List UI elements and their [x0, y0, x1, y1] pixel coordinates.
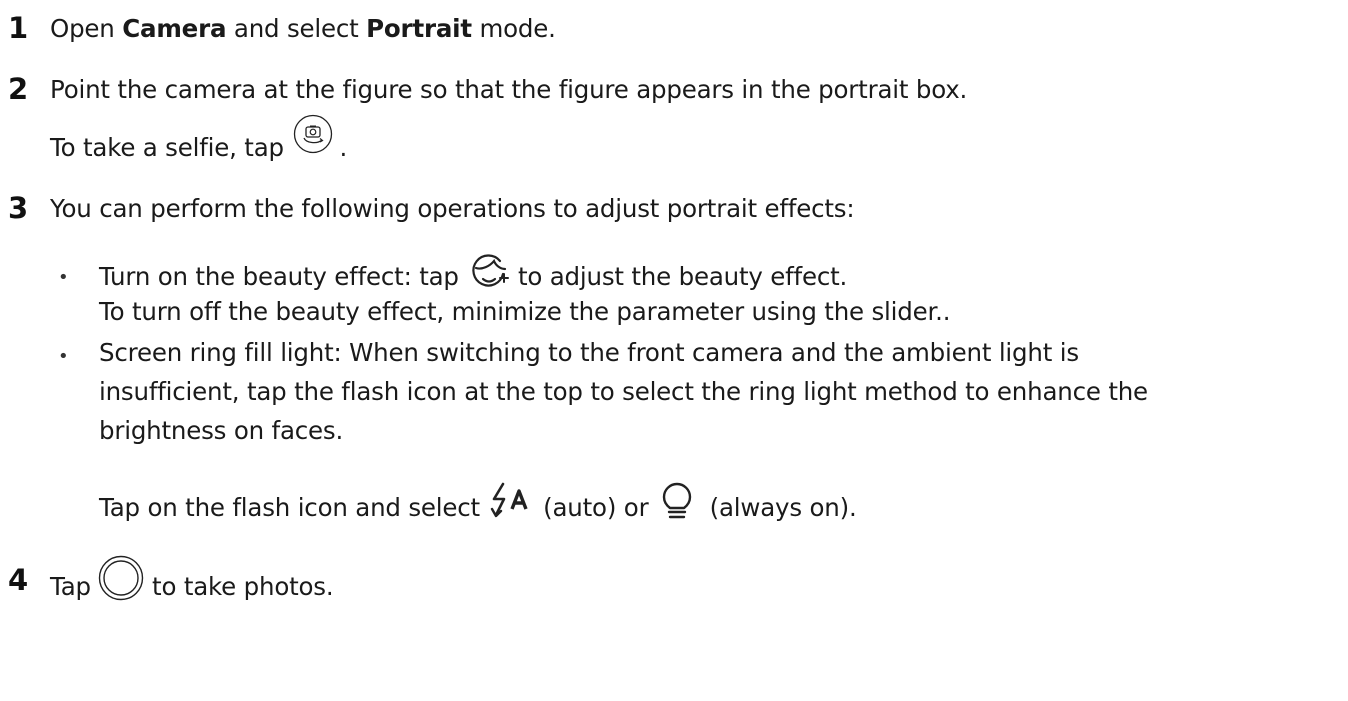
step-2-number: 2 — [8, 72, 29, 106]
instruction-document: 1 Open Camera and select Portrait mode. … — [0, 0, 1348, 701]
step-1-mid: and select — [226, 14, 367, 43]
step-4-number: 4 — [8, 563, 29, 597]
step-4-post: to take photos. — [144, 572, 334, 601]
bullet-beauty-pre: Turn on the beauty effect: tap — [99, 262, 467, 291]
step-2-subtext: To take a selfie, tap . — [50, 114, 348, 169]
flash-post: (always on). — [702, 493, 857, 522]
step-2-sub-post: . — [339, 133, 348, 162]
bullet-dot: • — [58, 267, 69, 288]
camera-app-name: Camera — [122, 14, 227, 43]
bullet-beauty-line2: To turn off the beauty effect, minimize … — [99, 297, 951, 326]
step-3-text: You can perform the following operations… — [50, 194, 855, 223]
step-3-number: 3 — [8, 191, 29, 225]
beauty-face-icon — [470, 252, 510, 292]
step-1-pre: Open — [50, 14, 123, 43]
portrait-mode-name: Portrait — [366, 14, 472, 43]
bullet-ring-light-line2: insufficient, tap the flash icon at the … — [99, 377, 1148, 406]
step-4-text: Tap to take photos. — [50, 555, 334, 611]
step-1-text: Open Camera and select Portrait mode. — [50, 13, 556, 45]
flash-mid: (auto) or — [535, 493, 657, 522]
shutter-icon — [98, 555, 144, 601]
bullet-dot: • — [58, 346, 69, 367]
step-2-text: Point the camera at the figure so that t… — [50, 75, 968, 104]
switch-camera-icon — [293, 114, 333, 154]
step-1-number: 1 — [8, 11, 29, 45]
bullet-ring-light-line1: Screen ring fill light: When switching t… — [99, 338, 1079, 367]
bulb-icon — [660, 481, 694, 521]
step-1-post: mode. — [471, 14, 556, 43]
bullet-beauty-post: to adjust the beauty effect. — [510, 262, 848, 291]
step-2-sub-pre: To take a selfie, tap — [50, 133, 292, 162]
flash-pre: Tap on the flash icon and select — [99, 493, 488, 522]
flash-instruction: Tap on the flash icon and select (auto) … — [99, 482, 857, 529]
bullet-ring-light-line3: brightness on faces. — [99, 416, 344, 445]
step-4-pre: Tap — [50, 572, 99, 601]
bullet-beauty-line1: Turn on the beauty effect: tap to adjust… — [99, 254, 848, 298]
flash-auto-icon — [490, 481, 536, 521]
